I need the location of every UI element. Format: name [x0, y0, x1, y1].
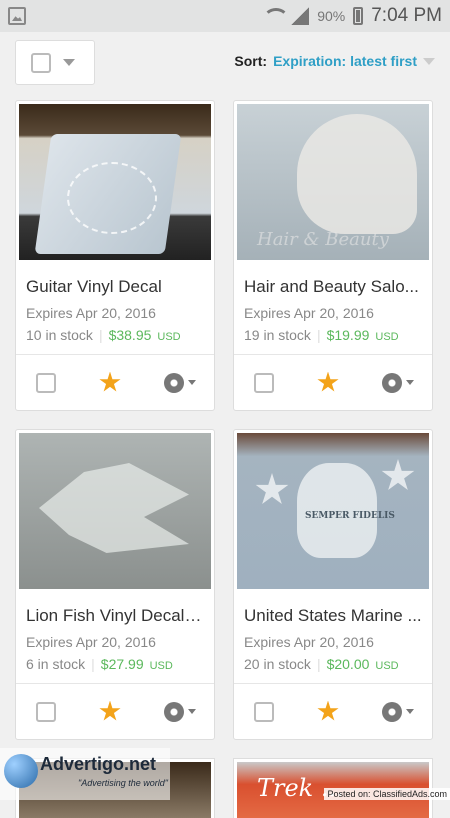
bulk-select-dropdown[interactable]: [15, 40, 95, 85]
advertigo-watermark: Advertigo.net "Advertising the world": [0, 748, 170, 800]
decal-silhouette: [297, 114, 417, 234]
decal-star: [381, 459, 415, 493]
sort-label: Sort:: [234, 53, 267, 69]
settings-menu-button[interactable]: [164, 702, 196, 722]
status-bar: 90% 7:04 PM: [0, 0, 450, 32]
signal-icon: [291, 7, 309, 25]
listing-expires: Expires Apr 20, 2016: [16, 626, 214, 650]
listing-price: $27.99: [101, 656, 144, 672]
wifi-icon: [263, 8, 283, 24]
chevron-down-icon[interactable]: [63, 59, 75, 66]
listing-actions: [234, 354, 432, 410]
star-icon[interactable]: [317, 701, 339, 723]
toolbar: Sort: Expiration: latest first: [0, 40, 450, 84]
listing-stock: 10 in stock: [26, 327, 93, 343]
gear-icon[interactable]: [164, 373, 184, 393]
decal-fish: [39, 463, 189, 553]
star-icon[interactable]: [99, 701, 121, 723]
listing-card[interactable]: Hair & Beauty Hair and Beauty Salo... Ex…: [233, 100, 433, 411]
settings-menu-button[interactable]: [164, 373, 196, 393]
chevron-down-icon[interactable]: [406, 380, 414, 385]
decal-star: [255, 473, 289, 507]
listing-currency: USD: [375, 331, 398, 343]
stock-price-line: 20 in stock | $20.00 USD: [234, 650, 432, 672]
listing-checkbox[interactable]: [36, 373, 56, 393]
listing-actions: [16, 354, 214, 410]
divider: |: [99, 327, 103, 343]
listing-expires: Expires Apr 20, 2016: [16, 297, 214, 321]
listing-currency: USD: [157, 331, 180, 343]
listing-stock: 6 in stock: [26, 656, 85, 672]
divider: |: [91, 656, 95, 672]
listing-checkbox[interactable]: [36, 702, 56, 722]
listing-checkbox[interactable]: [254, 702, 274, 722]
posted-on-label: Posted on: ClassifiedAds.com: [324, 788, 450, 800]
decal-text: Hair & Beauty: [257, 229, 389, 250]
clock: 7:04 PM: [371, 5, 442, 27]
chevron-down-icon[interactable]: [188, 709, 196, 714]
listing-expires: Expires Apr 20, 2016: [234, 626, 432, 650]
listing-stock: 20 in stock: [244, 656, 311, 672]
select-all-checkbox[interactable]: [31, 53, 51, 73]
divider: |: [317, 327, 321, 343]
listing-title[interactable]: United States Marine ...: [234, 592, 432, 626]
star-icon[interactable]: [317, 372, 339, 394]
gear-icon[interactable]: [382, 373, 402, 393]
battery-icon: [353, 7, 363, 25]
listing-price: $38.95: [109, 327, 152, 343]
gear-icon[interactable]: [164, 702, 184, 722]
divider: |: [317, 656, 321, 672]
star-icon[interactable]: [99, 372, 121, 394]
listing-price: $19.99: [327, 327, 370, 343]
decal-swirl: [67, 162, 157, 234]
listing-currency: USD: [150, 660, 173, 672]
listing-card[interactable]: Lion Fish Vinyl Decal l... Expires Apr 2…: [15, 429, 215, 740]
listing-actions: [234, 683, 432, 739]
listing-image[interactable]: Hair & Beauty: [237, 104, 429, 260]
battery-percent: 90%: [317, 8, 345, 24]
gear-icon[interactable]: [382, 702, 402, 722]
listing-currency: USD: [375, 660, 398, 672]
listing-image[interactable]: SEMPER FIDELIS: [237, 433, 429, 589]
listing-title[interactable]: Guitar Vinyl Decal: [16, 263, 214, 297]
settings-menu-button[interactable]: [382, 702, 414, 722]
chevron-down-icon[interactable]: [406, 709, 414, 714]
listing-title[interactable]: Hair and Beauty Salo...: [234, 263, 432, 297]
listing-image[interactable]: [19, 433, 211, 589]
settings-menu-button[interactable]: [382, 373, 414, 393]
listing-stock: 19 in stock: [244, 327, 311, 343]
stock-price-line: 6 in stock | $27.99 USD: [16, 650, 214, 672]
watermark-tagline: "Advertising the world": [78, 778, 168, 788]
listing-card[interactable]: Guitar Vinyl Decal Expires Apr 20, 2016 …: [15, 100, 215, 411]
listing-image[interactable]: [19, 104, 211, 260]
stock-price-line: 10 in stock | $38.95 USD: [16, 321, 214, 343]
sort-control[interactable]: Sort: Expiration: latest first: [234, 53, 435, 69]
decal-text: SEMPER FIDELIS: [305, 511, 395, 521]
stock-price-line: 19 in stock | $19.99 USD: [234, 321, 432, 343]
watermark-brand: Advertigo.net: [40, 754, 156, 775]
chevron-down-icon[interactable]: [188, 380, 196, 385]
listing-expires: Expires Apr 20, 2016: [234, 297, 432, 321]
listing-card[interactable]: SEMPER FIDELIS United States Marine ... …: [233, 429, 433, 740]
globe-icon: [4, 754, 38, 788]
status-indicators: 90% 7:04 PM: [263, 0, 442, 32]
listing-price: $20.00: [327, 656, 370, 672]
gallery-notification-icon: [8, 7, 26, 25]
listing-title[interactable]: Lion Fish Vinyl Decal l...: [16, 592, 214, 626]
sort-chevron-down-icon[interactable]: [423, 58, 435, 65]
sort-value[interactable]: Expiration: latest first: [273, 53, 417, 69]
listing-actions: [16, 683, 214, 739]
listing-checkbox[interactable]: [254, 373, 274, 393]
